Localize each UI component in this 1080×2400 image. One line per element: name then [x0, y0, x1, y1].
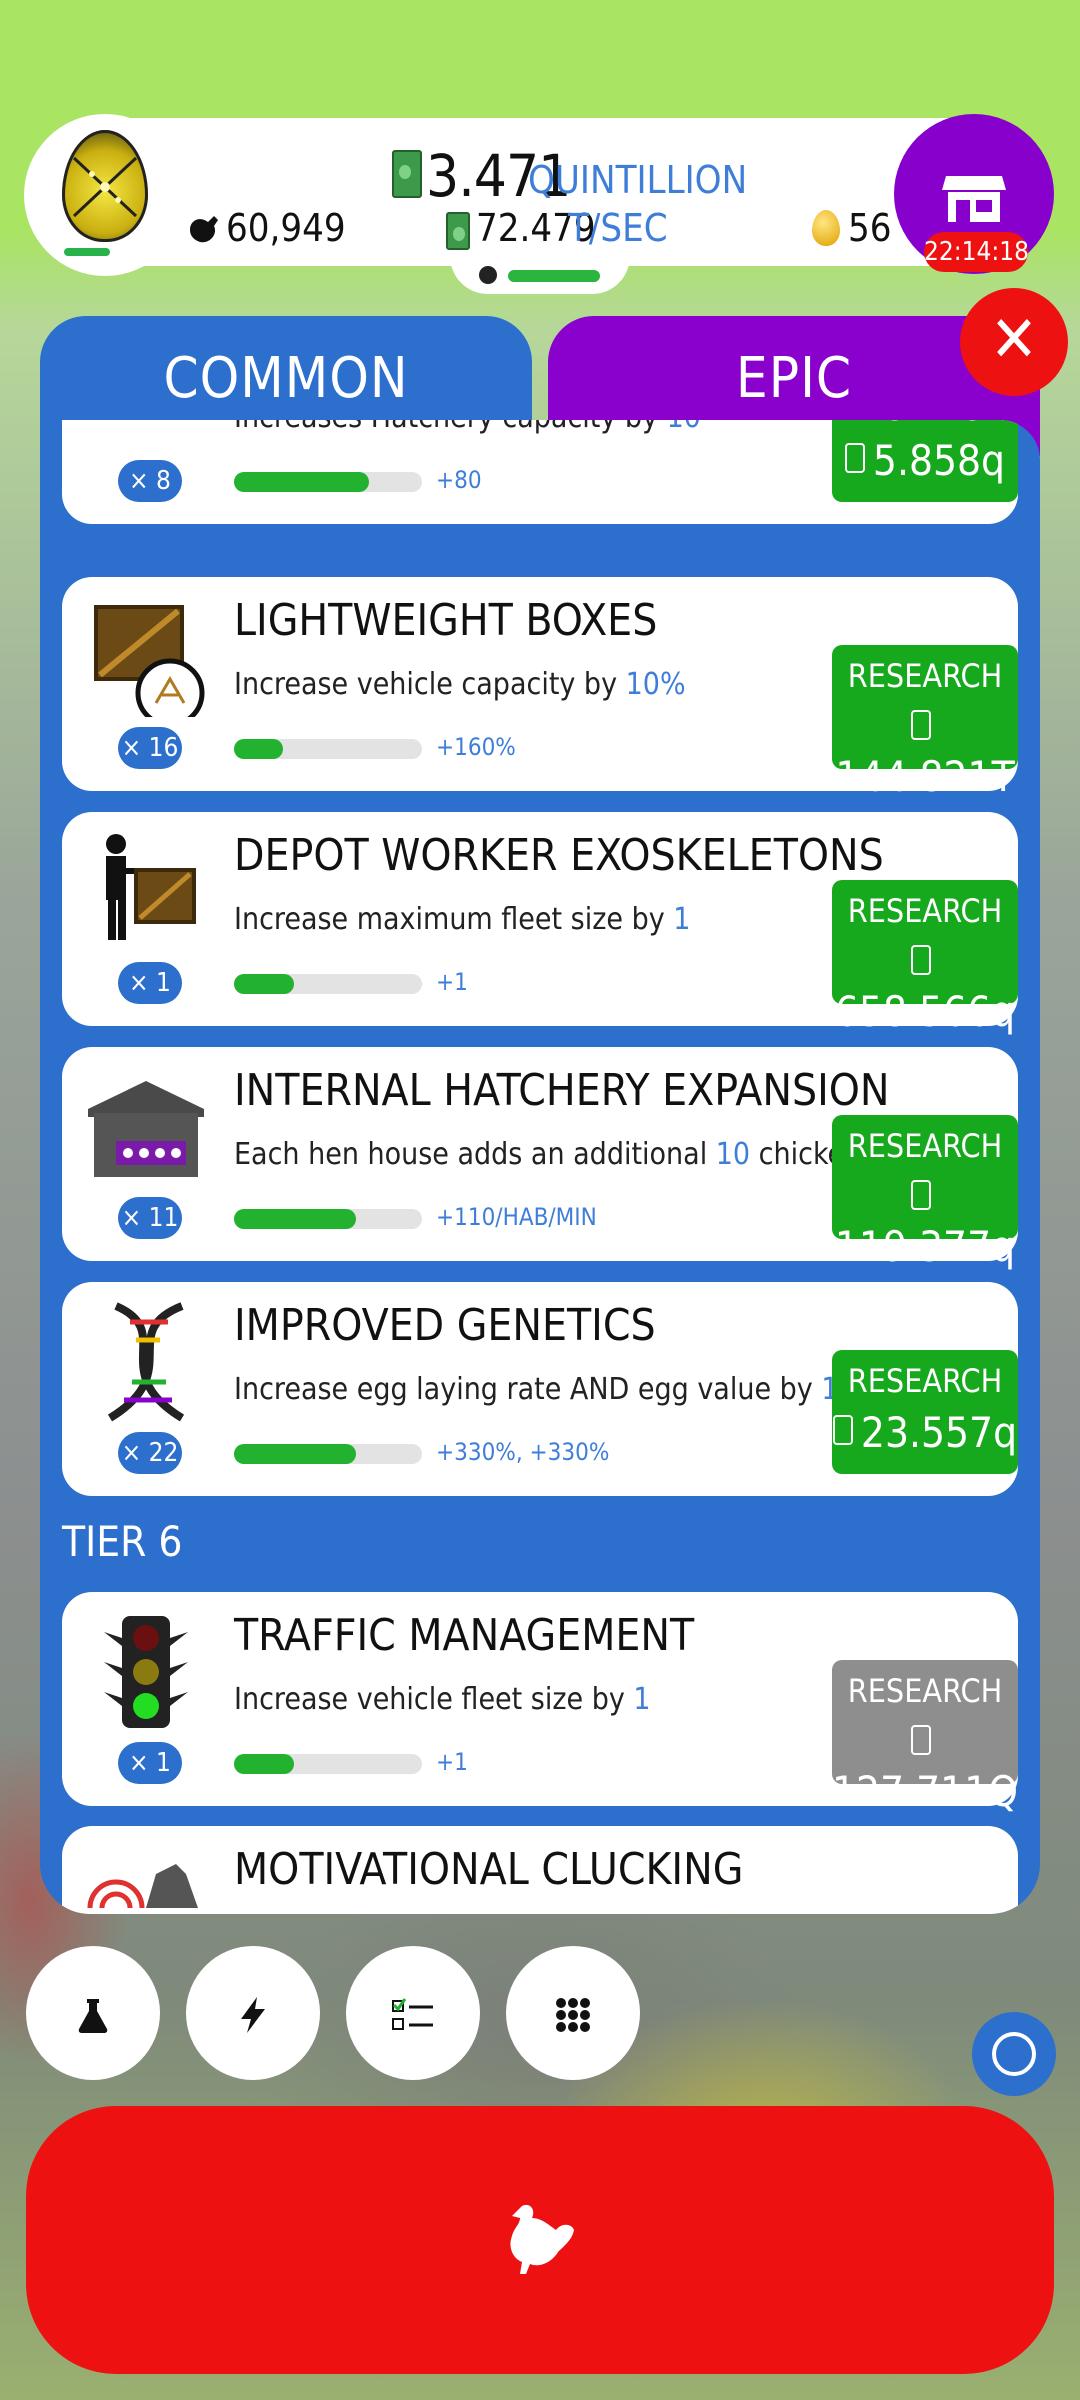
- cash-icon: [911, 710, 931, 740]
- chicken-target-icon: [86, 1844, 206, 1914]
- research-title: LIGHTWEIGHT BOXES: [234, 595, 658, 646]
- cash-icon: [911, 945, 931, 975]
- research-button[interactable]: RESEARCH 23.557q: [832, 1350, 1018, 1474]
- research-progress: [234, 472, 422, 492]
- cash-icon: [844, 443, 865, 473]
- research-title: DEPOT WORKER EXOSKELETONS: [234, 830, 884, 881]
- golden-egg-icon: [812, 210, 840, 246]
- chicken-count-icon: [186, 212, 222, 246]
- box-icon: [86, 597, 206, 728]
- hatch-progress-bar: [508, 270, 600, 282]
- research-button[interactable]: RESEARCH 119.377q: [832, 1115, 1018, 1271]
- research-gain: +1: [436, 968, 468, 996]
- missions-button[interactable]: [346, 1946, 480, 2080]
- hatch-chicken-button[interactable]: [26, 2106, 1054, 2374]
- research-description: Increase vehicle fleet size by 1: [234, 1682, 651, 1717]
- research-description: Each hen house adds an additional 10 chi…: [234, 1137, 935, 1172]
- lightning-icon: [233, 1990, 273, 2036]
- research-item: × 8 Increases Hatchery capacity by 10 +8…: [62, 420, 1018, 524]
- research-progress: [234, 974, 422, 994]
- dna-icon: [86, 1302, 206, 1422]
- shop-icon: [942, 170, 1006, 224]
- research-progress: [234, 1444, 422, 1464]
- research-progress: [234, 1209, 422, 1229]
- research-count: × 1: [118, 962, 182, 1004]
- research-button[interactable]: RESEARCH 5.858q: [832, 420, 1018, 502]
- flask-icon: [73, 1990, 113, 2036]
- research-title: IMPROVED GENETICS: [234, 1300, 656, 1351]
- research-progress: [234, 739, 422, 759]
- research-description: Increase egg laying rate AND egg value b…: [234, 1372, 881, 1407]
- chicken-icon: [502, 2200, 578, 2280]
- research-count: × 11: [118, 1197, 182, 1239]
- research-description: Increases Hatchery capacity by 10: [234, 420, 701, 435]
- chick-icon: [476, 262, 500, 286]
- tab-common-label: COMMON: [163, 346, 409, 411]
- egg-icon: [62, 130, 148, 242]
- golden-egg-count: 56: [848, 206, 892, 250]
- grid-icon: [553, 1990, 593, 2036]
- research-title: INTERNAL HATCHERY EXPANSION: [234, 1065, 890, 1116]
- traffic-light-icon: [86, 1612, 206, 1732]
- research-description: Increase maximum fleet size by 1: [234, 902, 691, 937]
- research-count: × 8: [118, 460, 182, 502]
- research-gain: +330%, +330%: [436, 1438, 610, 1466]
- research-title: TRAFFIC MANAGEMENT: [234, 1610, 695, 1661]
- research-description: Increase vehicle capacity by 10%: [234, 667, 686, 702]
- research-panel[interactable]: × 8 Increases Hatchery capacity by 10 +8…: [40, 420, 1040, 1914]
- exoskeleton-icon: [86, 832, 206, 952]
- checklist-icon: [391, 1990, 435, 2036]
- research-item: × 16 LIGHTWEIGHT BOXES Increase vehicle …: [62, 577, 1018, 801]
- research-tab-button[interactable]: [26, 1946, 160, 2080]
- menu-button[interactable]: [506, 1946, 640, 2080]
- cash-icon: [911, 1725, 931, 1755]
- research-button-disabled[interactable]: RESEARCH 127.711Q: [832, 1660, 1018, 1816]
- egg-progress: [64, 248, 110, 256]
- research-item: × 1 DEPOT WORKER EXOSKELETONS Increase m…: [62, 812, 1018, 1036]
- cash-rate-icon: [446, 212, 470, 250]
- hen-house-icon: [86, 1067, 206, 1187]
- research-button[interactable]: RESEARCH 658.566q: [832, 880, 1018, 1036]
- cash-icon: [832, 1415, 853, 1445]
- money-unit: QUINTILLION: [528, 158, 748, 202]
- research-gain: +80: [436, 466, 482, 494]
- close-button[interactable]: ✕: [960, 288, 1068, 396]
- tier-heading: TIER 6: [62, 1517, 183, 1566]
- boost-button[interactable]: [186, 1946, 320, 2080]
- hatchery-icon: [86, 420, 206, 430]
- chicken-count: 60,949: [226, 206, 346, 250]
- research-item: MOTIVATIONAL CLUCKING: [62, 1826, 1018, 1914]
- research-gain: +1: [436, 1748, 468, 1776]
- research-item: × 11 INTERNAL HATCHERY EXPANSION Each he…: [62, 1047, 1018, 1271]
- research-gain: +110/HAB/MIN: [436, 1203, 597, 1231]
- research-count: × 16: [118, 727, 182, 769]
- research-item: × 22 IMPROVED GENETICS Increase egg layi…: [62, 1282, 1018, 1496]
- research-item: × 1 TRAFFIC MANAGEMENT Increase vehicle …: [62, 1592, 1018, 1816]
- research-count: × 1: [118, 1742, 182, 1784]
- cash-icon: [911, 1180, 931, 1210]
- research-progress: [234, 1754, 422, 1774]
- camera-toggle-button[interactable]: [972, 2012, 1056, 2096]
- research-button[interactable]: RESEARCH 144.821T: [832, 645, 1018, 801]
- research-title: MOTIVATIONAL CLUCKING: [234, 1844, 744, 1895]
- research-count: × 22: [118, 1432, 182, 1474]
- research-gain: +160%: [436, 733, 516, 761]
- shop-timer: 22:14:18: [924, 232, 1029, 272]
- cash-icon: [392, 150, 422, 198]
- earn-rate-unit: T/SEC: [568, 206, 668, 250]
